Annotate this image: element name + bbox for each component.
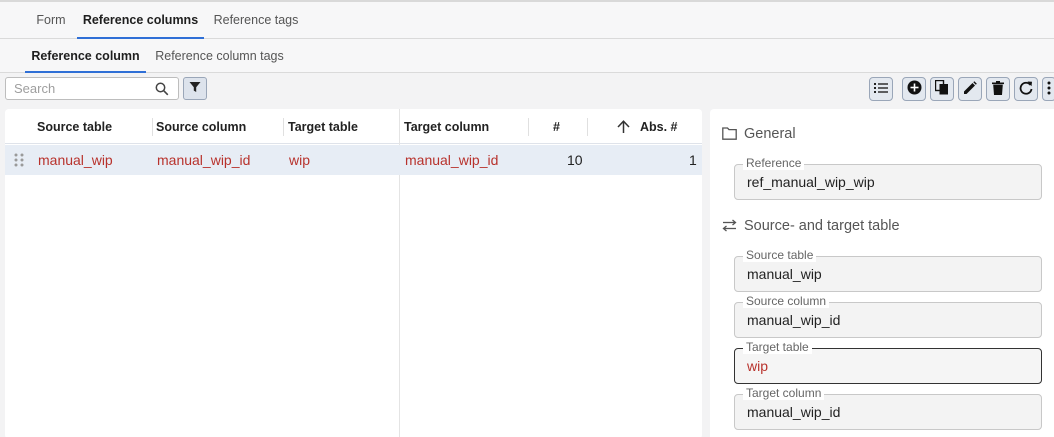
column-divider [283,118,284,136]
source-table-value: manual_wip [747,266,822,282]
section-title-source-target: Source- and target table [744,218,900,234]
search-input[interactable] [6,78,151,99]
reference-field[interactable]: Reference ref_manual_wip_wip [734,157,1042,200]
column-divider [152,118,153,136]
filter-button[interactable] [183,77,207,100]
cell-source-table[interactable]: manual_wip [38,145,113,175]
source-column-label: Source column [743,295,830,308]
section-title-general: General [744,126,796,142]
more-icon [1047,81,1051,98]
refresh-icon [1019,81,1033,98]
subtab-reference-column[interactable]: Reference column [25,39,146,73]
reference-label: Reference [743,157,805,170]
tab-reference-tags[interactable]: Reference tags [204,2,308,38]
cell-target-column[interactable]: manual_wip_id [405,145,498,175]
swap-arrows-icon [722,219,737,236]
refresh-button[interactable] [1014,77,1038,101]
column-header-number[interactable]: # [553,109,560,144]
column-header-source-column[interactable]: Source column [156,109,246,144]
copy-icon [934,79,949,98]
sub-tab-bar: Reference column Reference column tags [0,39,1054,73]
reference-value: ref_manual_wip_wip [747,174,875,190]
add-circle-icon [907,80,922,98]
more-button[interactable] [1042,77,1054,101]
delete-button[interactable] [986,77,1010,101]
target-column-label: Target column [743,387,825,400]
source-table-label: Source table [743,249,817,262]
tab-form[interactable]: Form [25,2,77,38]
column-divider [587,118,588,136]
target-column-value: manual_wip_id [747,404,841,420]
table-row[interactable]: manual_wip manual_wip_id wip manual_wip_… [5,145,702,175]
list-view-button[interactable] [869,77,893,101]
cell-number: 10 [567,152,583,168]
detail-form-panel: General Reference ref_manual_wip_wip Sou… [710,109,1054,437]
list-icon [874,82,888,97]
source-table-field[interactable]: Source table manual_wip [734,249,1042,292]
edit-icon [963,80,977,98]
target-table-label: Target table [743,341,812,354]
cell-source-column[interactable]: manual_wip_id [157,145,250,175]
folder-icon [722,127,737,144]
search-icon[interactable] [155,82,169,99]
add-button[interactable] [902,77,926,101]
subtab-reference-column-tags[interactable]: Reference column tags [146,39,293,72]
drag-handle-icon[interactable] [14,153,24,170]
copy-button[interactable] [930,77,954,101]
filter-icon [189,81,201,96]
target-column-field[interactable]: Target column manual_wip_id [734,387,1042,430]
sort-ascending-icon[interactable] [617,120,630,137]
delete-icon [992,80,1004,98]
reference-columns-table: Source table Source column Target table … [5,109,702,437]
edit-button[interactable] [958,77,982,101]
tab-reference-columns[interactable]: Reference columns [77,2,204,39]
cell-target-table[interactable]: wip [289,145,310,175]
column-header-source-table[interactable]: Source table [37,109,112,144]
column-header-target-column[interactable]: Target column [404,109,489,144]
column-header-abs-number[interactable]: Abs. # [640,109,678,144]
target-table-value[interactable]: wip [747,358,768,374]
target-table-field[interactable]: Target table wip [734,341,1042,384]
section-general: General [722,126,796,142]
column-header-target-table[interactable]: Target table [288,109,358,144]
source-column-value: manual_wip_id [747,312,841,328]
column-divider [528,118,529,136]
source-column-field[interactable]: Source column manual_wip_id [734,295,1042,338]
search-box [5,77,179,100]
table-header: Source table Source column Target table … [5,109,702,144]
main-tab-bar: Form Reference columns Reference tags [0,2,1054,39]
cell-abs-number: 1 [689,152,697,168]
section-source-target: Source- and target table [722,218,900,234]
